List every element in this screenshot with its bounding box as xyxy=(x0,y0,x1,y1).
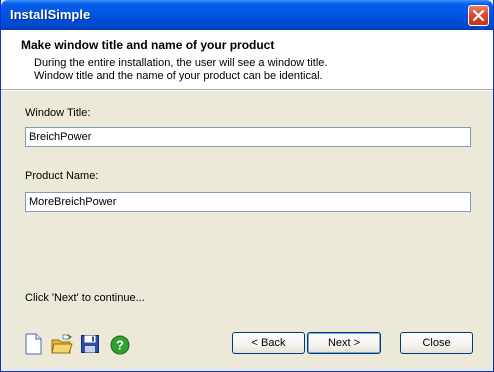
help-icon[interactable]: ? xyxy=(109,333,130,355)
page-description: During the entire installation, the user… xyxy=(34,57,327,83)
title-bar[interactable]: InstallSimple xyxy=(1,0,493,30)
open-folder-icon[interactable] xyxy=(51,333,73,355)
installer-window: InstallSimple Make window title and name… xyxy=(0,0,494,372)
save-disk-icon[interactable] xyxy=(80,333,100,355)
close-icon xyxy=(472,9,485,22)
description-line: Window title and the name of your produc… xyxy=(34,70,323,82)
product-name-label: Product Name: xyxy=(25,170,99,182)
close-button[interactable]: Close xyxy=(400,332,473,354)
back-button[interactable]: < Back xyxy=(232,332,305,354)
page-header: Make window title and name of your produ… xyxy=(1,30,493,89)
close-window-button[interactable] xyxy=(468,5,489,26)
next-button[interactable]: Next > xyxy=(307,332,381,354)
svg-text:?: ? xyxy=(116,338,124,353)
description-line: During the entire installation, the user… xyxy=(34,57,328,69)
window-title-input[interactable] xyxy=(25,127,471,147)
page-title: Make window title and name of your produ… xyxy=(21,38,275,52)
window-title: InstallSimple xyxy=(10,7,91,22)
header-divider xyxy=(1,89,493,91)
new-file-icon[interactable] xyxy=(23,333,43,355)
product-name-input[interactable] xyxy=(25,192,471,212)
window-title-label: Window Title: xyxy=(25,107,91,119)
continue-hint: Click 'Next' to continue... xyxy=(25,292,145,304)
